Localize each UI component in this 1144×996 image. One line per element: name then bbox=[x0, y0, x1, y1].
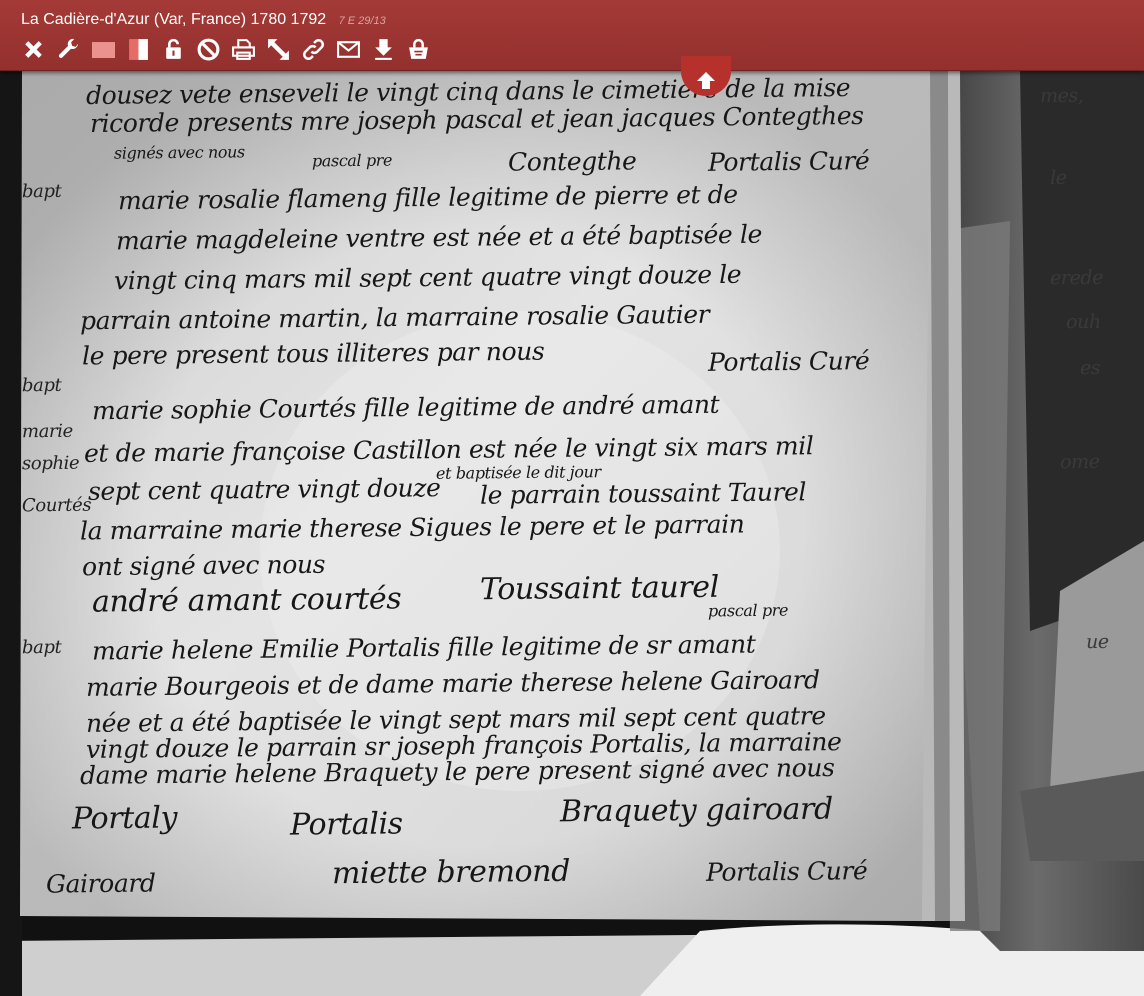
right-page-fragment: es bbox=[1079, 356, 1101, 380]
print-icon[interactable] bbox=[230, 36, 257, 63]
document-viewer[interactable]: dousez vete enseveli le vingt cinq dans … bbox=[0, 71, 1144, 996]
doc-signature: pascal pre bbox=[311, 150, 393, 171]
right-page-fragment: ouh bbox=[1065, 310, 1101, 334]
right-page-fragment: ue bbox=[1085, 630, 1109, 654]
double-page-icon[interactable] bbox=[125, 36, 152, 63]
doc-line: signés avec nous bbox=[113, 142, 245, 163]
toolbar-icons bbox=[20, 36, 440, 63]
arrow-up-icon bbox=[697, 72, 715, 89]
link-icon[interactable] bbox=[300, 36, 327, 63]
title-row: La Cadière-d'Azur (Var, France) 1780 179… bbox=[21, 11, 386, 29]
margin-note: bapt bbox=[21, 636, 62, 659]
register-cote: 7 E 29/13 bbox=[338, 15, 386, 27]
doc-signature: Portalis Curé bbox=[707, 346, 870, 377]
doc-signature: Portalis bbox=[289, 806, 403, 843]
forbidden-icon[interactable] bbox=[195, 36, 222, 63]
doc-signature: Portaly bbox=[71, 800, 178, 837]
doc-line: ont signé avec nous bbox=[81, 549, 326, 582]
doc-signature: Toussaint taurel bbox=[479, 569, 719, 608]
doc-signature: Contegthe bbox=[507, 146, 637, 177]
right-page-fragment: le bbox=[1049, 166, 1067, 190]
doc-signature: miette bremond bbox=[331, 853, 571, 892]
margin-note: sophie bbox=[21, 452, 80, 475]
margin-note: bapt bbox=[21, 374, 62, 397]
margin-note: Courtés bbox=[21, 494, 92, 517]
margin-note: bapt bbox=[21, 180, 62, 203]
right-page-fragment: mes, bbox=[1039, 84, 1084, 108]
doc-signature: Portalis Curé bbox=[707, 146, 870, 177]
doc-line: sept cent quatre vingt douze bbox=[87, 473, 441, 506]
doc-signature: Gairoard bbox=[45, 868, 156, 899]
doc-line: le pere present tous illiteres par nous bbox=[81, 336, 545, 371]
doc-signature: pascal pre bbox=[707, 600, 789, 621]
mail-icon[interactable] bbox=[335, 36, 362, 63]
doc-signature: Portalis Curé bbox=[705, 856, 868, 887]
doc-signature: Braquety gairoard bbox=[559, 791, 833, 830]
doc-signature: andré amant courtés bbox=[91, 581, 402, 620]
unlock-icon[interactable] bbox=[160, 36, 187, 63]
register-title: La Cadière-d'Azur (Var, France) 1780 179… bbox=[21, 11, 327, 28]
margin-note: marie bbox=[21, 420, 73, 443]
resize-arrow-icon[interactable] bbox=[265, 36, 292, 63]
cart-lock-icon[interactable] bbox=[405, 36, 432, 63]
right-page-fragment: ome bbox=[1059, 450, 1100, 474]
right-page-fragment: erede bbox=[1049, 266, 1104, 290]
wrench-icon[interactable] bbox=[55, 36, 82, 63]
download-icon[interactable] bbox=[370, 36, 397, 63]
single-page-icon[interactable] bbox=[90, 36, 117, 63]
doc-line: le parrain toussaint Taurel bbox=[479, 477, 807, 510]
viewer-toolbar: La Cadière-d'Azur (Var, France) 1780 179… bbox=[0, 0, 1144, 71]
close-icon[interactable] bbox=[20, 36, 47, 63]
